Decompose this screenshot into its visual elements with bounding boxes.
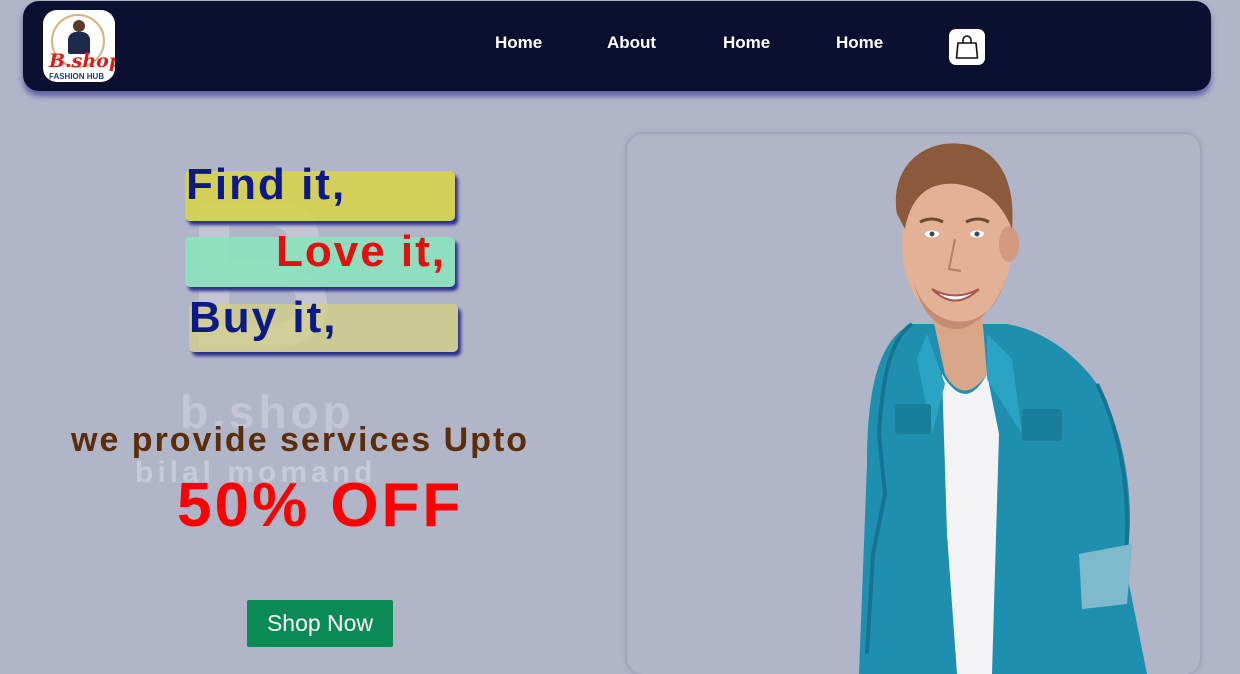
- shop-now-button[interactable]: Shop Now: [247, 600, 393, 647]
- cart-button[interactable]: [949, 29, 985, 65]
- hero-model-image: [859, 143, 1147, 674]
- logo-tagline: FASHION HUB: [49, 72, 105, 81]
- tagline-love: Love it,: [276, 227, 447, 276]
- nav-link-home[interactable]: Home: [495, 33, 542, 53]
- tagline-buy: Buy it,: [189, 293, 338, 342]
- discount-text: 50% OFF: [177, 471, 464, 540]
- shopping-bag-icon: [955, 35, 979, 59]
- logo-person-icon: [67, 20, 91, 54]
- promo-text: we provide services Upto: [71, 421, 530, 459]
- nav-link-about[interactable]: About: [607, 33, 656, 53]
- top-navbar: B.shop FASHION HUB Home About Home Home: [23, 1, 1211, 91]
- logo-brand-text: B.shop: [49, 50, 115, 72]
- tagline-find: Find it,: [186, 160, 347, 209]
- nav-link-home-3[interactable]: Home: [836, 33, 883, 53]
- nav-link-home-2[interactable]: Home: [723, 33, 770, 53]
- brand-logo[interactable]: B.shop FASHION HUB: [43, 10, 115, 82]
- hero-image-card: [627, 134, 1200, 674]
